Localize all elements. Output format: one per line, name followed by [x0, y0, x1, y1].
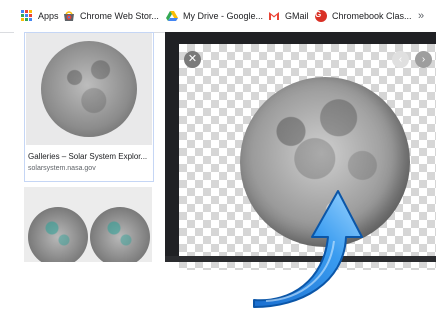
- bookmark-apps[interactable]: Apps: [21, 0, 59, 32]
- bookmark-label: My Drive - Google...: [183, 11, 264, 21]
- bookmark-label: Chrome Web Stor...: [80, 11, 159, 21]
- bookmark-label: GMail: [285, 11, 309, 21]
- bookmarks-bar: Apps Chrome Web Stor... My Drive - Googl…: [0, 0, 436, 33]
- result-title[interactable]: Galleries – Solar System Explor...: [28, 152, 147, 161]
- curved-arrow-icon: [253, 190, 363, 308]
- chrome-web-store-icon: [63, 10, 75, 22]
- close-button[interactable]: ✕: [184, 51, 201, 68]
- bookmark-label: Apps: [38, 11, 59, 21]
- gmail-icon: [268, 10, 280, 22]
- bookmark-chrome-web-store[interactable]: Chrome Web Stor...: [63, 0, 159, 32]
- moon-globe-image-right: [90, 207, 150, 262]
- bookmark-my-drive[interactable]: My Drive - Google...: [166, 0, 263, 32]
- image-result-card[interactable]: Galleries – Solar System Explor... solar…: [24, 32, 154, 182]
- bookmark-gmail[interactable]: GMail: [268, 0, 309, 32]
- google-drive-icon: [166, 10, 178, 22]
- bookmark-chromebook-classroom[interactable]: G Chromebook Clas...: [315, 0, 412, 32]
- next-image-button[interactable]: ›: [415, 51, 432, 68]
- result-source: solarsystem.nasa.gov: [28, 165, 96, 172]
- bookmark-label: Chromebook Clas...: [332, 11, 412, 21]
- previous-image-button[interactable]: ‹: [392, 51, 409, 68]
- image-results-column: Galleries – Solar System Explor... solar…: [14, 32, 154, 262]
- image-result-thumbnail-2[interactable]: [24, 187, 152, 262]
- moon-globe-image-left: [28, 207, 88, 262]
- chromebook-icon: G: [315, 10, 327, 22]
- bookmarks-overflow-button[interactable]: »: [418, 0, 424, 32]
- moon-thumbnail[interactable]: [26, 33, 152, 145]
- moon-image: [41, 41, 137, 137]
- apps-grid-icon: [21, 10, 33, 22]
